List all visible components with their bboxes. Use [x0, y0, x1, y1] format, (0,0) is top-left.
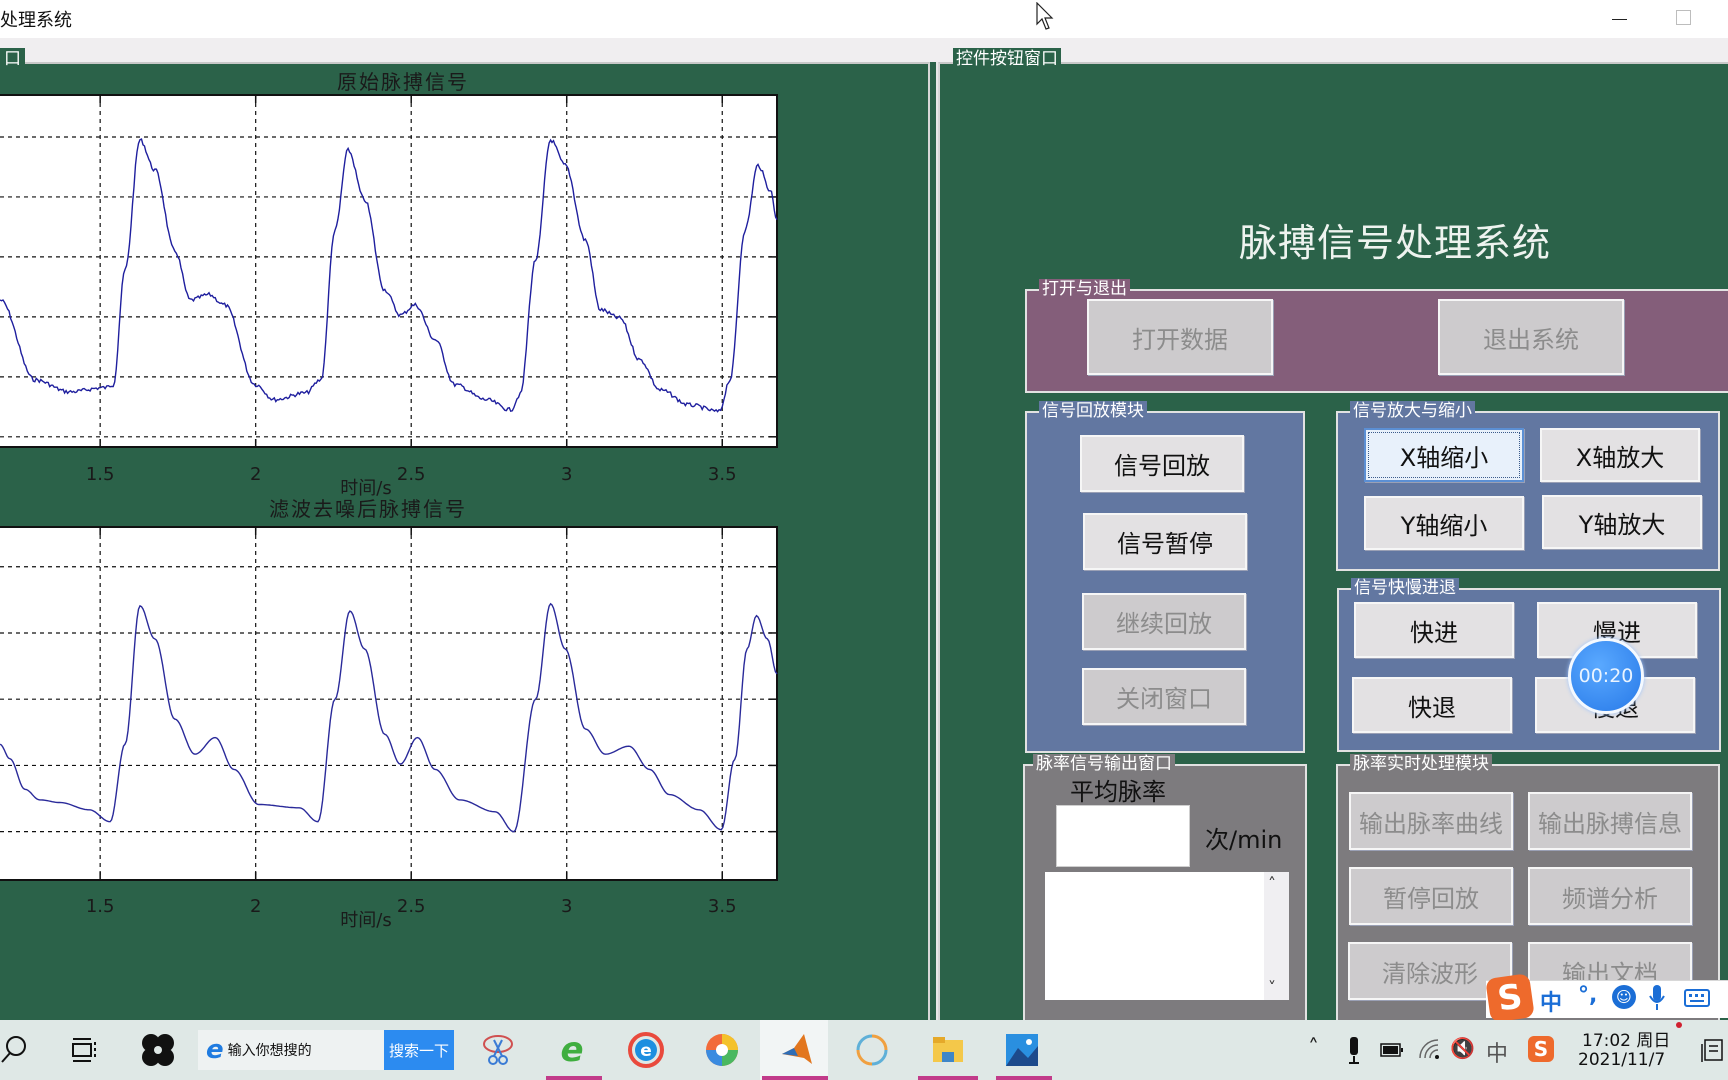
browser-e-icon[interactable]: e	[626, 1030, 666, 1070]
x-zoom-in-button[interactable]: X轴放大	[1540, 428, 1700, 482]
plot-area	[0, 526, 778, 881]
photos-active-indicator	[996, 1076, 1052, 1080]
exit-system-button[interactable]: 退出系统	[1438, 299, 1624, 375]
notification-dot	[1676, 1022, 1682, 1028]
matlab-active-indicator	[762, 1076, 828, 1080]
task-view-icon[interactable]	[70, 1036, 98, 1064]
mouse-cursor-icon	[1036, 2, 1054, 30]
keyboard-icon[interactable]	[1684, 988, 1710, 1008]
scroll-down-icon[interactable]: ˅	[1268, 978, 1276, 997]
system-title: 脉搏信号处理系统	[1238, 221, 1551, 265]
browser-360-icon[interactable]: e	[552, 1030, 592, 1070]
clock-date[interactable]: 2021/11/7	[1578, 1050, 1665, 1070]
playback-label: 信号回放模块	[1039, 401, 1147, 421]
minimize-icon[interactable]	[1608, 8, 1630, 30]
search-placeholder: 输入你想搜的	[227, 1043, 312, 1059]
x-tick-label: 3	[560, 896, 573, 917]
x-zoom-out-button[interactable]: X轴缩小	[1364, 428, 1524, 482]
explorer-active-indicator	[918, 1076, 978, 1080]
output-pulse-info-button[interactable]: 输出脉搏信息	[1528, 792, 1692, 850]
avg-pulse-label: 平均脉率	[1070, 778, 1166, 806]
output-pulse-curve-button[interactable]: 输出脉率曲线	[1349, 792, 1513, 850]
x-tick-label: 2	[249, 896, 262, 917]
scroll-up-icon[interactable]: ˄	[1268, 874, 1276, 893]
x-tick-label: 3.5	[707, 896, 737, 917]
spectrum-analysis-button[interactable]: 频谱分析	[1528, 867, 1692, 925]
y-zoom-in-button[interactable]: Y轴放大	[1542, 495, 1702, 549]
open-data-button[interactable]: 打开数据	[1087, 299, 1273, 375]
filtered-pulse-chart[interactable]	[0, 0, 930, 1020]
ime-icon[interactable]: 中	[1486, 1036, 1508, 1068]
taskbar-search-input[interactable]: e 输入你想搜的	[198, 1030, 384, 1070]
active-app-indicator	[546, 1076, 602, 1080]
svg-text:e: e	[640, 1041, 652, 1061]
maximize-icon[interactable]	[1676, 10, 1691, 25]
pulse-log-textarea[interactable]	[1045, 872, 1289, 1000]
fast-forward-button[interactable]: 快进	[1354, 602, 1514, 658]
filtered-chart-xlabel: 时间/s	[340, 910, 392, 931]
notification-icon[interactable]	[1700, 1038, 1724, 1064]
fast-rewind-button[interactable]: 快退	[1352, 677, 1512, 733]
zoom-label: 信号放大与缩小	[1350, 401, 1475, 421]
wifi-icon[interactable]	[1418, 1038, 1440, 1060]
realtime-label: 脉率实时处理模块	[1350, 754, 1492, 774]
battery-icon	[1380, 1043, 1403, 1057]
photos-icon[interactable]	[1002, 1030, 1042, 1070]
x-tick-label: 1.5	[85, 896, 115, 917]
y-zoom-out-button[interactable]: Y轴缩小	[1364, 496, 1524, 550]
signal-playback-button[interactable]: 信号回放	[1080, 435, 1244, 492]
speed-label: 信号快慢进退	[1351, 578, 1459, 598]
loader-app-icon[interactable]	[852, 1030, 892, 1070]
close-window-button[interactable]: 关闭窗口	[1082, 668, 1246, 725]
colorful-browser-icon[interactable]	[702, 1030, 742, 1070]
control-panel-label: 控件按钮窗口	[953, 48, 1061, 70]
volume-muted-icon[interactable]: 🔇	[1450, 1036, 1475, 1060]
microphone-icon[interactable]	[1346, 1036, 1362, 1066]
panel-divider[interactable]	[930, 62, 938, 1020]
sogou-logo-icon[interactable]: S	[1485, 973, 1535, 1023]
continue-playback-button[interactable]: 继续回放	[1082, 593, 1246, 650]
voice-input-icon[interactable]	[1648, 984, 1666, 1012]
snipping-icon[interactable]	[478, 1030, 518, 1070]
x-tick-label: 2.5	[396, 896, 426, 917]
matlab-icon[interactable]	[776, 1030, 816, 1070]
search-icon[interactable]	[0, 1032, 28, 1068]
file-explorer-icon[interactable]	[928, 1030, 968, 1070]
chevron-up-icon[interactable]: ˄	[1308, 1036, 1319, 1061]
emoji-icon[interactable]: ☺	[1612, 985, 1636, 1009]
pause-playback-button[interactable]: 暂停回放	[1349, 867, 1513, 925]
open-exit-label: 打开与退出	[1039, 279, 1130, 299]
ie-search-icon: e	[206, 1035, 224, 1065]
pulse-output-label: 脉率信号输出窗口	[1033, 754, 1175, 774]
signal-pause-button[interactable]: 信号暂停	[1083, 513, 1247, 570]
sogou-icon[interactable]: S	[1528, 1036, 1554, 1062]
avg-pulse-field[interactable]	[1056, 805, 1190, 867]
search-button[interactable]: 搜索一下	[384, 1030, 454, 1070]
recording-timer[interactable]: 00:20	[1568, 638, 1644, 714]
punctuation-icon[interactable]: °,	[1578, 983, 1597, 1008]
fan-app-icon[interactable]	[138, 1030, 178, 1070]
pulse-unit-label: 次/min	[1205, 826, 1283, 854]
clock-time[interactable]: 17:02 周日	[1582, 1026, 1670, 1051]
ime-mode-toggle[interactable]: 中	[1540, 985, 1562, 1017]
